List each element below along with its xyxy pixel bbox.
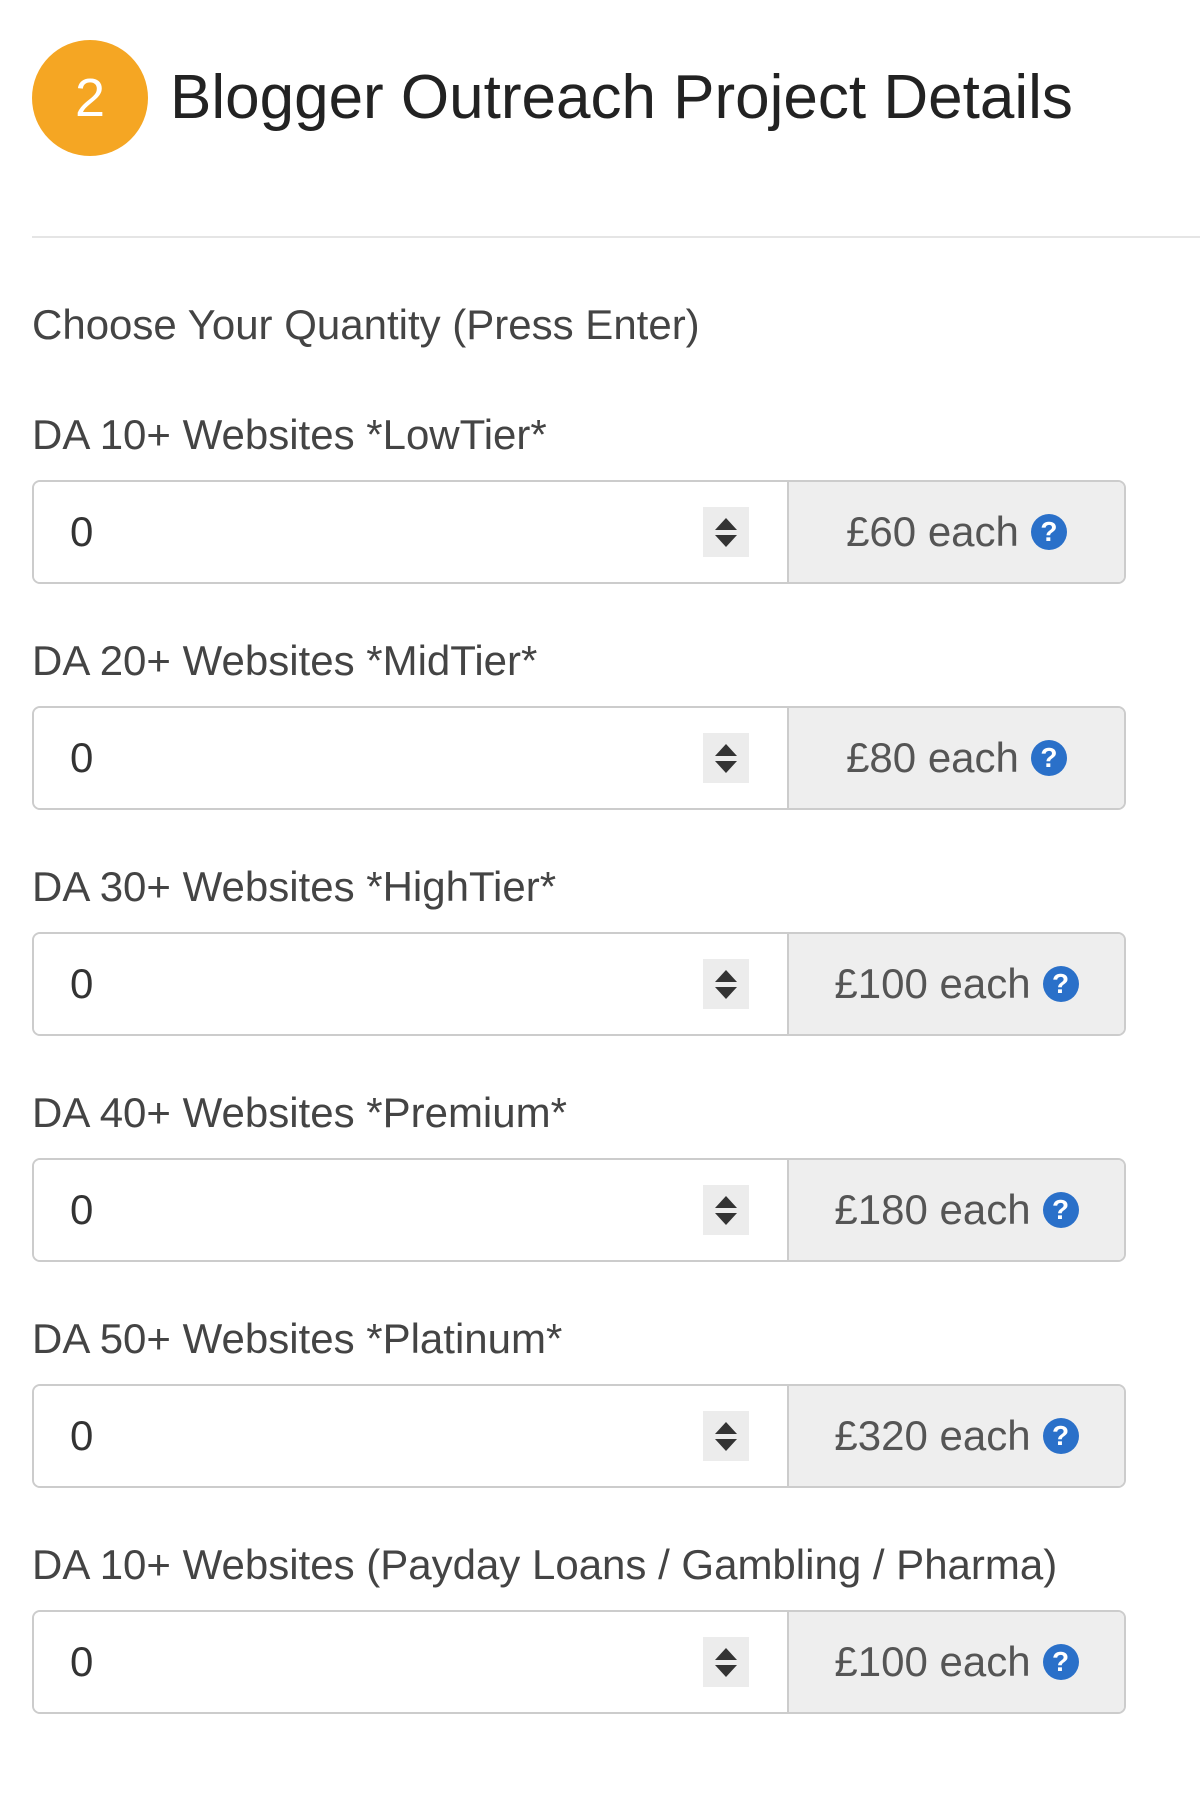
quantity-input[interactable] — [70, 1160, 703, 1260]
quantity-input-group: £180 each ? — [32, 1158, 1126, 1262]
quantity-input-group: £80 each ? — [32, 706, 1126, 810]
quantity-spinner[interactable] — [703, 959, 749, 1009]
divider — [32, 236, 1200, 238]
spin-down-icon[interactable] — [715, 1664, 737, 1677]
product-label: DA 40+ Websites *Premium* — [32, 1089, 567, 1136]
spin-up-icon[interactable] — [715, 969, 737, 982]
product-label: DA 30+ Websites *HighTier* — [32, 863, 557, 910]
quantity-input[interactable] — [70, 934, 703, 1034]
quantity-field — [34, 934, 789, 1034]
quantity-field — [34, 708, 789, 808]
quantity-input-group: £100 each ? — [32, 1610, 1126, 1714]
quantity-field — [34, 482, 789, 582]
quantity-spinner[interactable] — [703, 507, 749, 557]
spin-up-icon[interactable] — [715, 1195, 737, 1208]
quantity-spinner[interactable] — [703, 1185, 749, 1235]
quantity-input-group: £100 each ? — [32, 932, 1126, 1036]
spin-down-icon[interactable] — [715, 534, 737, 547]
product-da30-hightier: DA 30+ Websites *HighTier* £100 each ? — [32, 862, 1126, 1088]
price-label: £100 each — [834, 960, 1031, 1007]
price-label: £100 each — [834, 1638, 1031, 1685]
quantity-instructions: Choose Your Quantity (Press Enter) — [32, 301, 700, 348]
question-circle-icon[interactable]: ? — [1030, 514, 1067, 550]
question-circle-icon[interactable]: ? — [1042, 966, 1079, 1002]
step-number-badge: 2 — [32, 40, 148, 156]
product-label: DA 10+ Websites *LowTier* — [32, 411, 547, 458]
price-addon: £100 each ? — [789, 934, 1124, 1034]
product-da40-premium: DA 40+ Websites *Premium* £180 each ? — [32, 1088, 1126, 1314]
quantity-input[interactable] — [70, 1386, 703, 1486]
section-header: 2 Blogger Outreach Project Details — [32, 40, 1073, 156]
product-da50-platinum: DA 50+ Websites *Platinum* £320 each ? — [32, 1314, 1126, 1540]
price-label: £80 each — [846, 734, 1019, 781]
quantity-input[interactable] — [70, 1612, 703, 1712]
price-label: £180 each — [834, 1186, 1031, 1233]
price-addon: £180 each ? — [789, 1160, 1124, 1260]
product-da20-midtier: DA 20+ Websites *MidTier* £80 each ? — [32, 636, 1126, 862]
quantity-field — [34, 1386, 789, 1486]
spin-down-icon[interactable] — [715, 1438, 737, 1451]
product-label: DA 20+ Websites *MidTier* — [32, 637, 538, 684]
quantity-field — [34, 1160, 789, 1260]
quantity-spinner[interactable] — [703, 1637, 749, 1687]
price-addon: £80 each ? — [789, 708, 1124, 808]
spin-up-icon[interactable] — [715, 1647, 737, 1660]
product-da10-lowtier: DA 10+ Websites *LowTier* £60 each ? — [32, 410, 1126, 636]
question-circle-icon[interactable]: ? — [1042, 1192, 1079, 1228]
spin-up-icon[interactable] — [715, 1421, 737, 1434]
quantity-input-group: £320 each ? — [32, 1384, 1126, 1488]
product-da10-special: DA 10+ Websites (Payday Loans / Gambling… — [32, 1540, 1126, 1766]
question-circle-icon[interactable]: ? — [1030, 740, 1067, 776]
price-addon: £60 each ? — [789, 482, 1124, 582]
spin-up-icon[interactable] — [715, 517, 737, 530]
quantity-field — [34, 1612, 789, 1712]
spin-down-icon[interactable] — [715, 1212, 737, 1225]
quantity-input[interactable] — [70, 708, 703, 808]
price-addon: £100 each ? — [789, 1612, 1124, 1712]
product-label: DA 10+ Websites (Payday Loans / Gambling… — [32, 1541, 1058, 1588]
quantity-spinner[interactable] — [703, 733, 749, 783]
question-circle-icon[interactable]: ? — [1042, 1418, 1079, 1454]
quantity-input-group: £60 each ? — [32, 480, 1126, 584]
quantity-input[interactable] — [70, 482, 703, 582]
price-label: £60 each — [846, 508, 1019, 555]
product-list: DA 10+ Websites *LowTier* £60 each ? DA … — [32, 410, 1126, 1766]
spin-down-icon[interactable] — [715, 760, 737, 773]
spin-down-icon[interactable] — [715, 986, 737, 999]
question-circle-icon[interactable]: ? — [1042, 1644, 1079, 1680]
page-title: Blogger Outreach Project Details — [170, 63, 1073, 132]
quantity-spinner[interactable] — [703, 1411, 749, 1461]
price-label: £320 each — [834, 1412, 1031, 1459]
step-number: 2 — [74, 68, 106, 128]
product-label: DA 50+ Websites *Platinum* — [32, 1315, 563, 1362]
spin-up-icon[interactable] — [715, 743, 737, 756]
price-addon: £320 each ? — [789, 1386, 1124, 1486]
